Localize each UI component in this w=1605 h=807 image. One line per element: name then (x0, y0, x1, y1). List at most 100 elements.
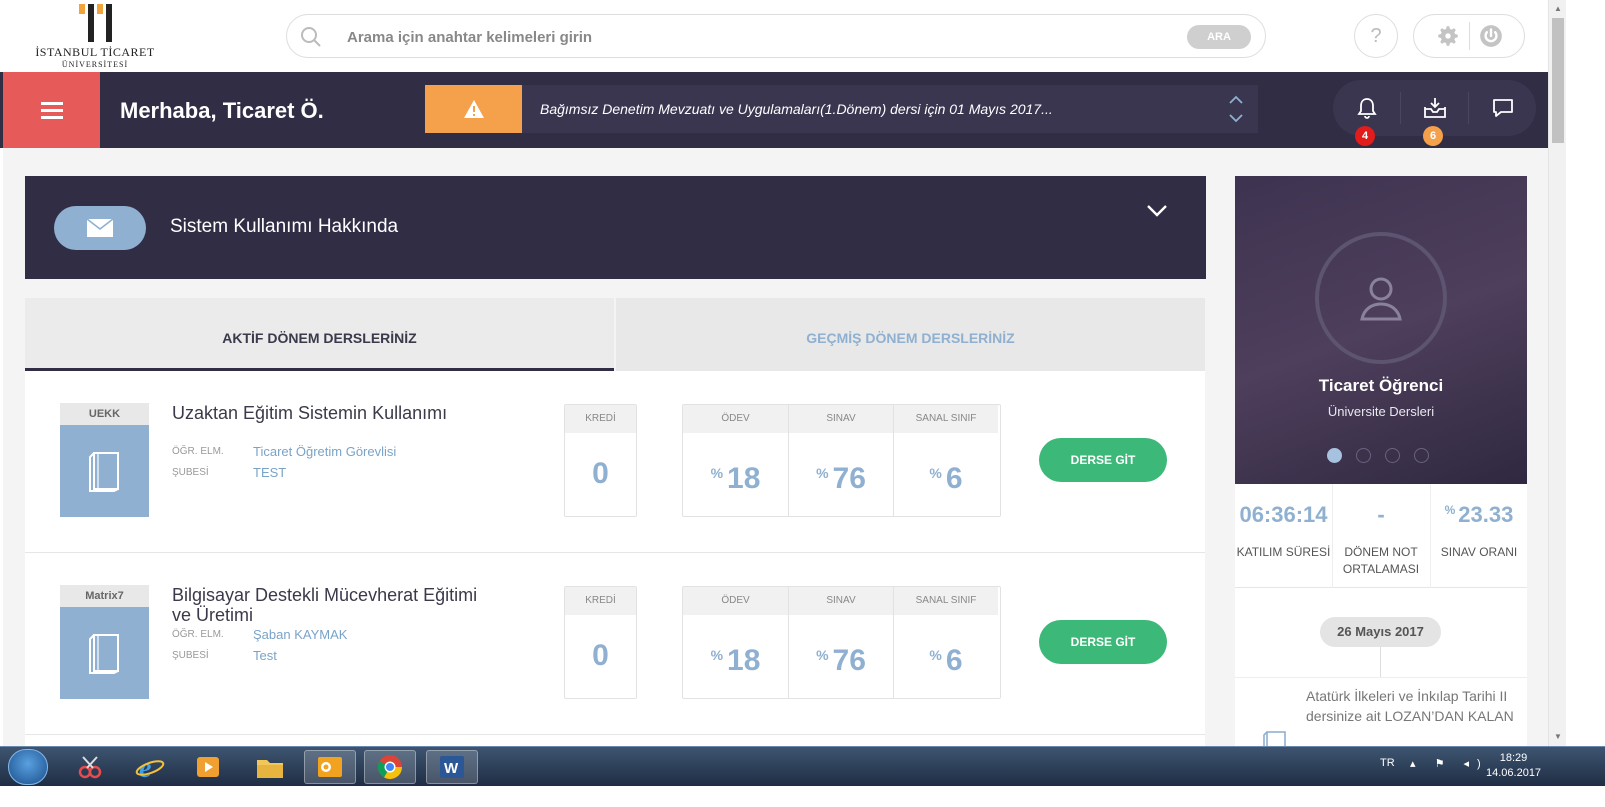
notifications-button[interactable]: 4 (1333, 80, 1401, 146)
course-name[interactable]: Uzaktan Eğitim Sistemin Kullanımı (172, 403, 492, 423)
branch-name: TEST (253, 465, 287, 480)
search-input[interactable] (347, 25, 1167, 49)
chrome-icon[interactable] (364, 750, 416, 784)
percent-sign: % (816, 465, 829, 481)
course-tabs: AKTİF DÖNEM DERSLERİNİZ GEÇMİŞ DÖNEM DER… (25, 298, 1205, 371)
snipping-tool-icon[interactable] (64, 750, 116, 784)
course-row: UEKK Uzaktan Eğitim Sistemin Kullanımı Ö… (25, 371, 1205, 553)
search-button[interactable]: ARA (1187, 25, 1251, 49)
book-icon[interactable] (60, 425, 149, 517)
branch-label: ŞUBESİ (172, 650, 209, 661)
course-row: Matrix7 Bilgisayar Destekli Mücevherat E… (25, 553, 1205, 735)
tab-past-courses[interactable]: GEÇMİŞ DÖNEM DERSLERİNİZ (614, 298, 1205, 371)
virtual-class-label: SANAL SINIF (894, 405, 998, 433)
page-scrollbar[interactable]: ▲ ▼ (1548, 0, 1566, 746)
exam-rate-label: SINAV ORANI (1440, 545, 1518, 559)
word-icon[interactable]: W (426, 750, 478, 784)
homework-stat: ÖDEV% 18 (683, 405, 788, 516)
top-bar: İSTANBUL TİCARET ÜNİVERSİTESİ ARA ? (0, 0, 1548, 72)
hamburger-icon (40, 98, 63, 123)
timeline-entry[interactable]: Atatürk İlkeleri ve İnkılap Tarihi II de… (1235, 677, 1527, 750)
scrollbar-thumb[interactable] (1552, 18, 1564, 143)
timeline-entry-text[interactable]: Atatürk İlkeleri ve İnkılap Tarihi II de… (1306, 686, 1516, 726)
bell-icon (1357, 98, 1377, 119)
teacher-name[interactable]: Ticaret Öğretim Görevlisi (253, 444, 396, 459)
scroll-down-arrow-icon[interactable]: ▼ (1554, 732, 1562, 741)
virtual-class-value: 6 (945, 462, 963, 495)
announcement-panel[interactable]: Sistem Kullanımı Hakkında (25, 176, 1206, 279)
homework-label: ÖDEV (683, 587, 788, 615)
profile-name: Ticaret Öğrenci (1318, 376, 1444, 395)
bottom-strip (0, 786, 1605, 807)
warning-icon (425, 85, 522, 133)
university-logo[interactable]: İSTANBUL TİCARET ÜNİVERSİTESİ (30, 4, 160, 69)
announcement-title: Sistem Kullanımı Hakkında (170, 216, 399, 237)
inbox-button[interactable]: 6 (1401, 80, 1469, 146)
exam-value: 76 (832, 462, 866, 495)
credit-label: KREDİ (565, 587, 636, 615)
progress-stats: ÖDEV% 18 SINAV% 76 SANAL SINIF% 6 (682, 586, 1001, 699)
gpa-metric: - DÖNEM NOT ORTALAMASI (1332, 484, 1429, 588)
scroll-up-arrow-icon[interactable]: ▲ (1554, 4, 1562, 13)
carousel-dot[interactable] (1327, 448, 1342, 463)
teacher-label: ÖĞR. ELM. (172, 629, 224, 640)
book-icon[interactable] (60, 607, 149, 699)
gear-icon[interactable] (1435, 23, 1461, 49)
help-button[interactable]: ? (1354, 14, 1398, 58)
main-content: Sistem Kullanımı Hakkında AKTİF DÖNEM DE… (3, 148, 1548, 750)
carousel-dot[interactable] (1385, 448, 1400, 463)
chat-icon (1493, 99, 1513, 117)
course-name[interactable]: Bilgisayar Destekli Mücevherat Eğitimi v… (172, 585, 492, 625)
percent-sign: % (710, 465, 724, 481)
inbox-icon (1424, 98, 1446, 118)
percent-sign: % (816, 647, 829, 663)
tray-icons[interactable]: ▴ ⚑ ◂) (1410, 757, 1489, 770)
attendance-label: KATILIM SÜRESİ (1236, 545, 1331, 559)
power-icon[interactable] (1478, 23, 1504, 49)
system-tray: TR ▴ ⚑ ◂) 18:29 14.06.2017 (1380, 747, 1605, 787)
student-metrics: 06:36:14 KATILIM SÜRESİ - DÖNEM NOT ORTA… (1235, 484, 1527, 588)
messages-button[interactable] (1469, 80, 1537, 136)
language-indicator[interactable]: TR (1380, 757, 1395, 769)
menu-button[interactable] (3, 72, 100, 148)
file-explorer-icon[interactable] (244, 750, 296, 784)
activity-timeline: 26 Mayıs 2017 Atatürk İlkeleri ve İnkıla… (1235, 588, 1527, 750)
virtual-class-stat: SANAL SINIF% 6 (893, 587, 998, 698)
logo-mark-icon (30, 4, 160, 42)
alert-scroll-arrows-icon[interactable] (1226, 91, 1246, 127)
internet-explorer-icon[interactable]: e (124, 750, 176, 784)
teacher-label: ÖĞR. ELM. (172, 446, 224, 457)
chevron-down-icon[interactable] (1146, 204, 1168, 218)
course-list: UEKK Uzaktan Eğitim Sistemin Kullanımı Ö… (25, 371, 1205, 746)
timeline-date: 26 Mayıs 2017 (1320, 617, 1441, 647)
branch-label: ŞUBESİ (172, 467, 209, 478)
system-clock[interactable]: 18:29 14.06.2017 (1486, 751, 1541, 781)
homework-stat: ÖDEV% 18 (683, 587, 788, 698)
outlook-icon[interactable] (304, 750, 356, 784)
virtual-class-value: 6 (945, 644, 963, 677)
exam-value: 76 (832, 644, 866, 677)
envelope-icon (54, 206, 146, 250)
attendance-value: 06:36:14 (1239, 502, 1328, 527)
windows-start-button[interactable] (8, 749, 48, 785)
tab-active-courses[interactable]: AKTİF DÖNEM DERSLERİNİZ (25, 298, 614, 371)
control-group (1413, 14, 1525, 58)
credit-value: 0 (592, 639, 609, 672)
profile-card: Ticaret Öğrenci Üniversite Dersleri (1235, 176, 1527, 484)
credit-box: KREDİ 0 (564, 586, 637, 699)
nav-icon-group: 4 6 (1333, 80, 1537, 146)
exam-rate-value: 23.33 (1458, 502, 1514, 527)
carousel-dot[interactable] (1356, 448, 1371, 463)
teacher-name[interactable]: Şaban KAYMAK (253, 627, 347, 642)
carousel-dot[interactable] (1414, 448, 1429, 463)
timeline-line (1380, 647, 1381, 677)
media-player-icon[interactable] (182, 750, 234, 784)
windows-taskbar: e W TR ▴ ⚑ ◂) 18:29 14.06.2017 (0, 746, 1605, 786)
alert-ticker[interactable]: Bağımsız Denetim Mevzuatı ve Uygulamalar… (425, 85, 1258, 133)
go-to-course-button[interactable]: DERSE GİT (1039, 438, 1167, 482)
course-code: Matrix7 (60, 585, 149, 607)
go-to-course-button[interactable]: DERSE GİT (1039, 620, 1167, 664)
alert-message[interactable]: Bağımsız Denetim Mevzuatı ve Uygulamalar… (540, 101, 1053, 117)
avatar[interactable] (1315, 232, 1447, 364)
credit-box: KREDİ 0 (564, 404, 637, 517)
